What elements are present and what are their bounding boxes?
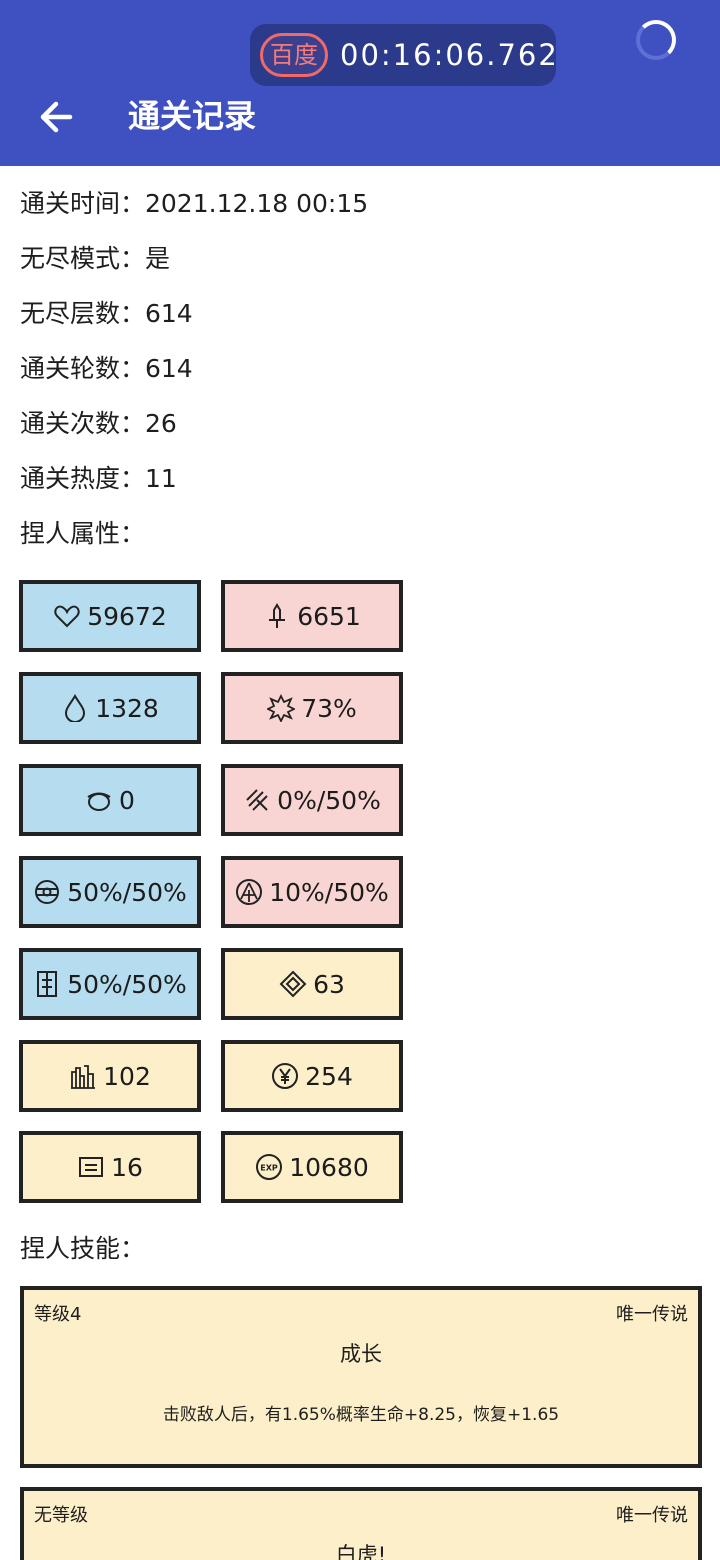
stat-value: 10%/50% [269, 877, 389, 907]
info-rounds: 通关轮数：614 [20, 354, 193, 383]
stat-gem: 63 [221, 948, 403, 1020]
back-button[interactable] [34, 95, 78, 139]
stat-value: 10680 [289, 1152, 369, 1182]
skill-name: 白虎! [335, 1543, 387, 1560]
stat-value: 254 [305, 1061, 353, 1091]
pierce-icon [246, 789, 268, 811]
skill-rarity: 唯一传说 [616, 1505, 688, 1526]
info-endless-mode: 无尽模式：是 [20, 244, 171, 273]
stat-value: 73% [301, 693, 357, 723]
info-clear-time: 通关时间：2021.12.18 00:15 [20, 189, 369, 218]
skill-card: 无等级 唯一传说 白虎! [20, 1487, 702, 1560]
exp-icon: EXP [256, 1154, 283, 1180]
info-clear-count: 通关次数：26 [20, 409, 177, 438]
stat-card: 16 [19, 1131, 201, 1203]
stat-value: 16 [111, 1152, 143, 1182]
stat-value: 0 [119, 785, 135, 815]
arrow-left-icon [40, 101, 73, 133]
yen-icon [272, 1063, 299, 1089]
sword-icon [269, 603, 286, 628]
skill-card: 等级4 唯一传说 成长 击败敌人后，有1.65%概率生命+8.25，恢复+1.6… [20, 1286, 702, 1468]
stat-recovery: 1328 [19, 672, 201, 744]
drop-icon [65, 694, 86, 722]
loading-spinner-icon [636, 20, 676, 60]
crit-icon [236, 879, 263, 905]
stat-value: 50%/50% [67, 877, 187, 907]
diamond-icon [279, 970, 307, 998]
stat-block: 50%/50% [19, 948, 201, 1020]
skills-label: 捏人技能： [20, 1234, 146, 1263]
stat-dodge: 50%/50% [19, 856, 201, 928]
skill-level: 无等级 [34, 1505, 88, 1526]
helmet-icon [87, 792, 111, 811]
timer-text: 00:16:06.762 [340, 38, 559, 72]
baidu-badge: 百度 [260, 33, 328, 77]
stat-castle: 102 [19, 1040, 201, 1112]
stat-value: 102 [103, 1061, 151, 1091]
stat-defense: 0 [19, 764, 201, 836]
card-icon [79, 1157, 104, 1177]
stat-value: 1328 [95, 693, 159, 723]
heart-icon [54, 605, 80, 628]
stat-hp: 59672 [19, 580, 201, 652]
stat-value: 50%/50% [67, 969, 187, 999]
timer-pill: 百度 00:16:06.762 [250, 24, 559, 86]
stat-value: 59672 [87, 601, 167, 631]
info-heat: 通关热度：11 [20, 464, 177, 493]
burst-icon [267, 694, 296, 722]
stat-crit: 10%/50% [221, 856, 403, 928]
stat-exp: EXP 10680 [221, 1131, 403, 1203]
stat-value: 6651 [297, 601, 361, 631]
skill-name: 成长 [340, 1342, 382, 1366]
dodge-icon [35, 880, 60, 904]
skill-level: 等级4 [34, 1304, 82, 1325]
stat-attack: 6651 [221, 580, 403, 652]
skill-rarity: 唯一传说 [616, 1304, 688, 1325]
svg-text:EXP: EXP [260, 1164, 278, 1173]
attributes-label: 捏人属性： [20, 519, 146, 548]
stat-value: 63 [313, 969, 345, 999]
stat-value: 0%/50% [277, 785, 381, 815]
app-bar: 百度 00:16:06.762 通关记录 [0, 0, 720, 166]
skill-desc: 击败敌人后，有1.65%概率生命+8.25，恢复+1.65 [162, 1405, 560, 1425]
shield-icon [37, 971, 58, 997]
page-title: 通关记录 [128, 97, 257, 135]
stat-gold: 254 [221, 1040, 403, 1112]
stat-pierce: 0%/50% [221, 764, 403, 836]
castle-icon [71, 1065, 96, 1089]
info-endless-floor: 无尽层数：614 [20, 299, 193, 328]
stat-crit-rate: 73% [221, 672, 403, 744]
